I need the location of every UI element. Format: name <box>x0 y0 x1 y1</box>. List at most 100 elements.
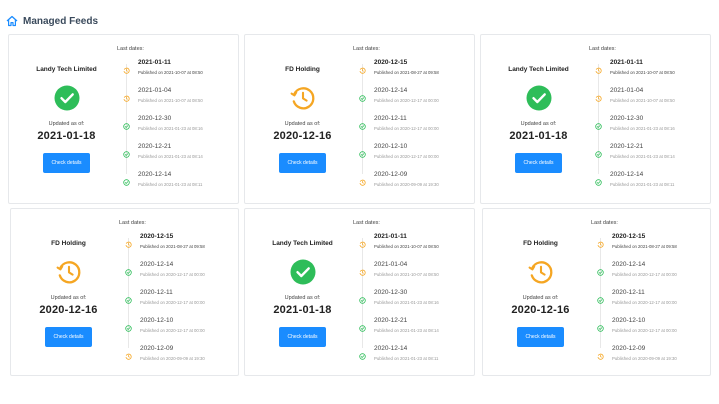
entry-published: Published on 2020-12-17 at 00:00 <box>140 328 205 333</box>
entry-date: 2020-12-21 <box>374 317 408 324</box>
last-dates-timeline: Last dates: 2021-01-11 Published on 2021-1… <box>586 35 710 203</box>
entry-published: Published on 2021-10-07 at 08:50 <box>138 70 203 75</box>
last-dates-timeline: Last dates: 2020-12-15 Published on 2021-0… <box>350 35 474 203</box>
timeline-entry: 2020-12-30 Published on 2021-01-23 at 08:… <box>114 115 238 141</box>
check-circle-icon <box>359 145 366 158</box>
entry-published: Published on 2021-01-23 at 08:14 <box>610 154 675 159</box>
check-details-button[interactable]: Check details <box>279 153 326 173</box>
entry-date: 2020-12-14 <box>140 261 174 268</box>
entry-date: 2020-12-30 <box>374 289 408 296</box>
check-circle-icon <box>359 89 366 102</box>
entry-date: 2020-12-10 <box>612 317 646 324</box>
updated-date: 2021-01-18 <box>37 130 96 142</box>
check-circle-icon <box>595 173 602 186</box>
updated-date: 2020-12-16 <box>39 304 98 316</box>
entry-date: 2021-01-04 <box>138 87 172 94</box>
entry-date: 2020-12-14 <box>612 261 646 268</box>
timeline-entry: 2020-12-09 Published on 2020-09-09 at 19:… <box>116 345 240 371</box>
updated-date: 2021-01-18 <box>509 130 568 142</box>
company-name: Landy Tech Limited <box>508 66 569 73</box>
feed-summary: FD Holding Updated as of: 2020-12-16 Check … <box>245 35 360 203</box>
company-name: FD Holding <box>523 240 558 247</box>
entry-published: Published on 2021-08-27 at 09:58 <box>140 244 205 249</box>
check-circle-icon <box>595 145 602 158</box>
entry-date: 2020-12-30 <box>138 115 172 122</box>
entry-date: 2020-12-10 <box>374 143 408 150</box>
clock-icon <box>359 173 366 186</box>
feed-summary: Landy Tech Limited Updated as of: 2021-01-… <box>9 35 124 203</box>
check-circle-icon <box>290 259 316 285</box>
check-details-button[interactable]: Check details <box>517 327 564 347</box>
feed-summary: Landy Tech Limited Updated as of: 2021-01-… <box>245 209 360 375</box>
entry-published: Published on 2020-12-17 at 00:00 <box>612 328 677 333</box>
entry-published: Published on 2021-08-27 at 09:58 <box>612 244 677 249</box>
feed-summary: FD Holding Updated as of: 2020-12-16 Check … <box>483 209 598 375</box>
feed-card: FD Holding Updated as of: 2020-12-16 Check … <box>244 34 475 204</box>
check-circle-icon <box>123 117 130 130</box>
timeline-entry: 2021-01-11 Published on 2021-10-07 at 08:… <box>114 59 238 85</box>
timeline-entry: 2020-12-11 Published on 2020-12-17 at 00:… <box>350 115 474 141</box>
check-circle-icon <box>526 85 552 111</box>
last-dates-label: Last dates: <box>117 46 144 52</box>
feed-summary: Landy Tech Limited Updated as of: 2021-01-… <box>481 35 596 203</box>
feed-card: Landy Tech Limited Updated as of: 2021-01-… <box>8 34 239 204</box>
entry-date: 2020-12-11 <box>612 289 645 296</box>
check-circle-icon <box>359 291 366 304</box>
timeline-entry: 2021-01-04 Published on 2021-10-07 at 08:… <box>114 87 238 113</box>
check-circle-icon <box>597 319 604 332</box>
feed-card: Landy Tech Limited Updated as of: 2021-01-… <box>480 34 711 204</box>
entry-date: 2020-12-14 <box>374 345 408 352</box>
clock-icon <box>595 61 602 74</box>
timeline-entry: 2020-12-11 Published on 2020-12-17 at 00:… <box>588 289 712 315</box>
updated-date: 2021-01-18 <box>273 304 332 316</box>
timeline-entry: 2020-12-21 Published on 2021-01-23 at 08:… <box>114 143 238 169</box>
last-dates-label: Last dates: <box>589 46 616 52</box>
timeline-entry: 2020-12-14 Published on 2021-01-23 at 08:… <box>114 171 238 197</box>
entry-date: 2020-12-09 <box>374 171 408 178</box>
entry-published: Published on 2020-09-09 at 19:30 <box>612 356 677 361</box>
entry-published: Published on 2021-01-23 at 08:11 <box>138 182 203 187</box>
check-circle-icon <box>597 291 604 304</box>
check-details-button[interactable]: Check details <box>43 153 90 173</box>
entry-date: 2020-12-15 <box>612 233 646 240</box>
entry-date: 2020-12-11 <box>140 289 173 296</box>
entry-date: 2021-01-11 <box>610 59 643 66</box>
entry-date: 2020-12-09 <box>612 345 646 352</box>
last-dates-label: Last dates: <box>591 220 618 226</box>
timeline-entry: 2020-12-11 Published on 2020-12-17 at 00:… <box>116 289 240 315</box>
timeline-entry: 2020-12-09 Published on 2020-09-09 at 19:… <box>350 171 474 197</box>
entry-published: Published on 2021-10-07 at 08:50 <box>610 98 675 103</box>
check-circle-icon <box>595 117 602 130</box>
company-name: FD Holding <box>51 240 86 247</box>
timeline-entry: 2020-12-10 Published on 2020-12-17 at 00:… <box>350 143 474 169</box>
entry-published: Published on 2021-08-27 at 09:58 <box>374 70 439 75</box>
timeline-entry: 2020-12-30 Published on 2021-01-23 at 08:… <box>350 289 474 315</box>
check-details-button[interactable]: Check details <box>515 153 562 173</box>
check-circle-icon <box>123 145 130 158</box>
check-details-button[interactable]: Check details <box>45 327 92 347</box>
entry-date: 2020-12-15 <box>374 59 408 66</box>
clock-icon <box>359 61 366 74</box>
timeline-entry: 2020-12-21 Published on 2021-01-23 at 08:… <box>350 317 474 343</box>
home-icon[interactable] <box>6 15 18 27</box>
feed-card: FD Holding Updated as of: 2020-12-16 Check … <box>482 208 711 376</box>
last-dates-timeline: Last dates: 2021-01-11 Published on 2021-1… <box>350 209 474 375</box>
entry-date: 2021-01-04 <box>374 261 408 268</box>
timeline-entry: 2020-12-21 Published on 2021-01-23 at 08:… <box>586 143 710 169</box>
timeline-entry: 2021-01-11 Published on 2021-10-07 at 08:… <box>586 59 710 85</box>
entry-published: Published on 2021-10-07 at 08:50 <box>138 98 203 103</box>
timeline-entry: 2020-12-15 Published on 2021-08-27 at 09:… <box>116 233 240 259</box>
entry-published: Published on 2020-09-09 at 19:30 <box>140 356 205 361</box>
clock-history-icon <box>56 259 82 285</box>
company-name: Landy Tech Limited <box>272 240 333 247</box>
updated-as-of-label: Updated as of: <box>48 121 85 127</box>
updated-as-of-label: Updated as of: <box>284 295 321 301</box>
updated-date: 2020-12-16 <box>273 130 332 142</box>
clock-icon <box>597 235 604 248</box>
check-details-button[interactable]: Check details <box>279 327 326 347</box>
last-dates-label: Last dates: <box>353 46 380 52</box>
check-circle-icon <box>359 347 366 360</box>
timeline-entry: 2020-12-30 Published on 2021-01-23 at 08:… <box>586 115 710 141</box>
entry-date: 2020-12-30 <box>610 115 644 122</box>
clock-history-icon <box>528 259 554 285</box>
